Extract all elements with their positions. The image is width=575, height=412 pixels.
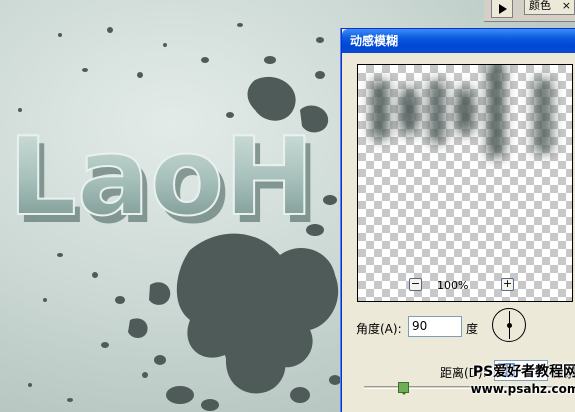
preview-blur-stroke (456, 87, 474, 135)
blur-preview[interactable] (357, 64, 573, 302)
watermark-title: PS爱好者教程网 (472, 364, 575, 380)
zoom-out-button[interactable]: − (409, 278, 422, 291)
zoom-controls: − 100% + (357, 278, 573, 294)
tab-color[interactable]: 颜色 × (524, 0, 575, 15)
site-watermark: PS爱好者教程网 www.psahz.com (470, 364, 575, 397)
preview-blur-stroke (372, 81, 388, 139)
preview-blur-stroke (430, 81, 444, 143)
play-button[interactable] (491, 0, 513, 18)
preview-blur-stroke (488, 65, 504, 157)
play-icon (499, 4, 507, 14)
angle-input[interactable]: 90 (408, 316, 462, 337)
zoom-in-button[interactable]: + (501, 278, 514, 291)
watermark-url: www.psahz.com (470, 382, 575, 396)
dialog-title: 动感模糊 (350, 34, 399, 48)
preview-blur-stroke (534, 79, 552, 153)
preview-blur-stroke (400, 87, 418, 135)
tab-color-label: 颜色 (529, 0, 551, 12)
angle-dial[interactable] (492, 308, 526, 342)
dialog-title-bar[interactable]: 动感模糊 (342, 29, 575, 53)
angle-hub (507, 323, 512, 328)
angle-unit: 度 (466, 322, 479, 336)
zoom-level: 100% (437, 279, 469, 292)
distance-slider-thumb[interactable] (397, 382, 409, 395)
motion-blur-dialog: 动感模糊 − 100% + 角度(A): 90 度 距离(D): 45 像素 (341, 28, 575, 412)
close-icon[interactable]: × (562, 0, 571, 14)
artwork-text: LaoH (8, 115, 314, 240)
angle-label: 角度(A): (356, 322, 402, 336)
